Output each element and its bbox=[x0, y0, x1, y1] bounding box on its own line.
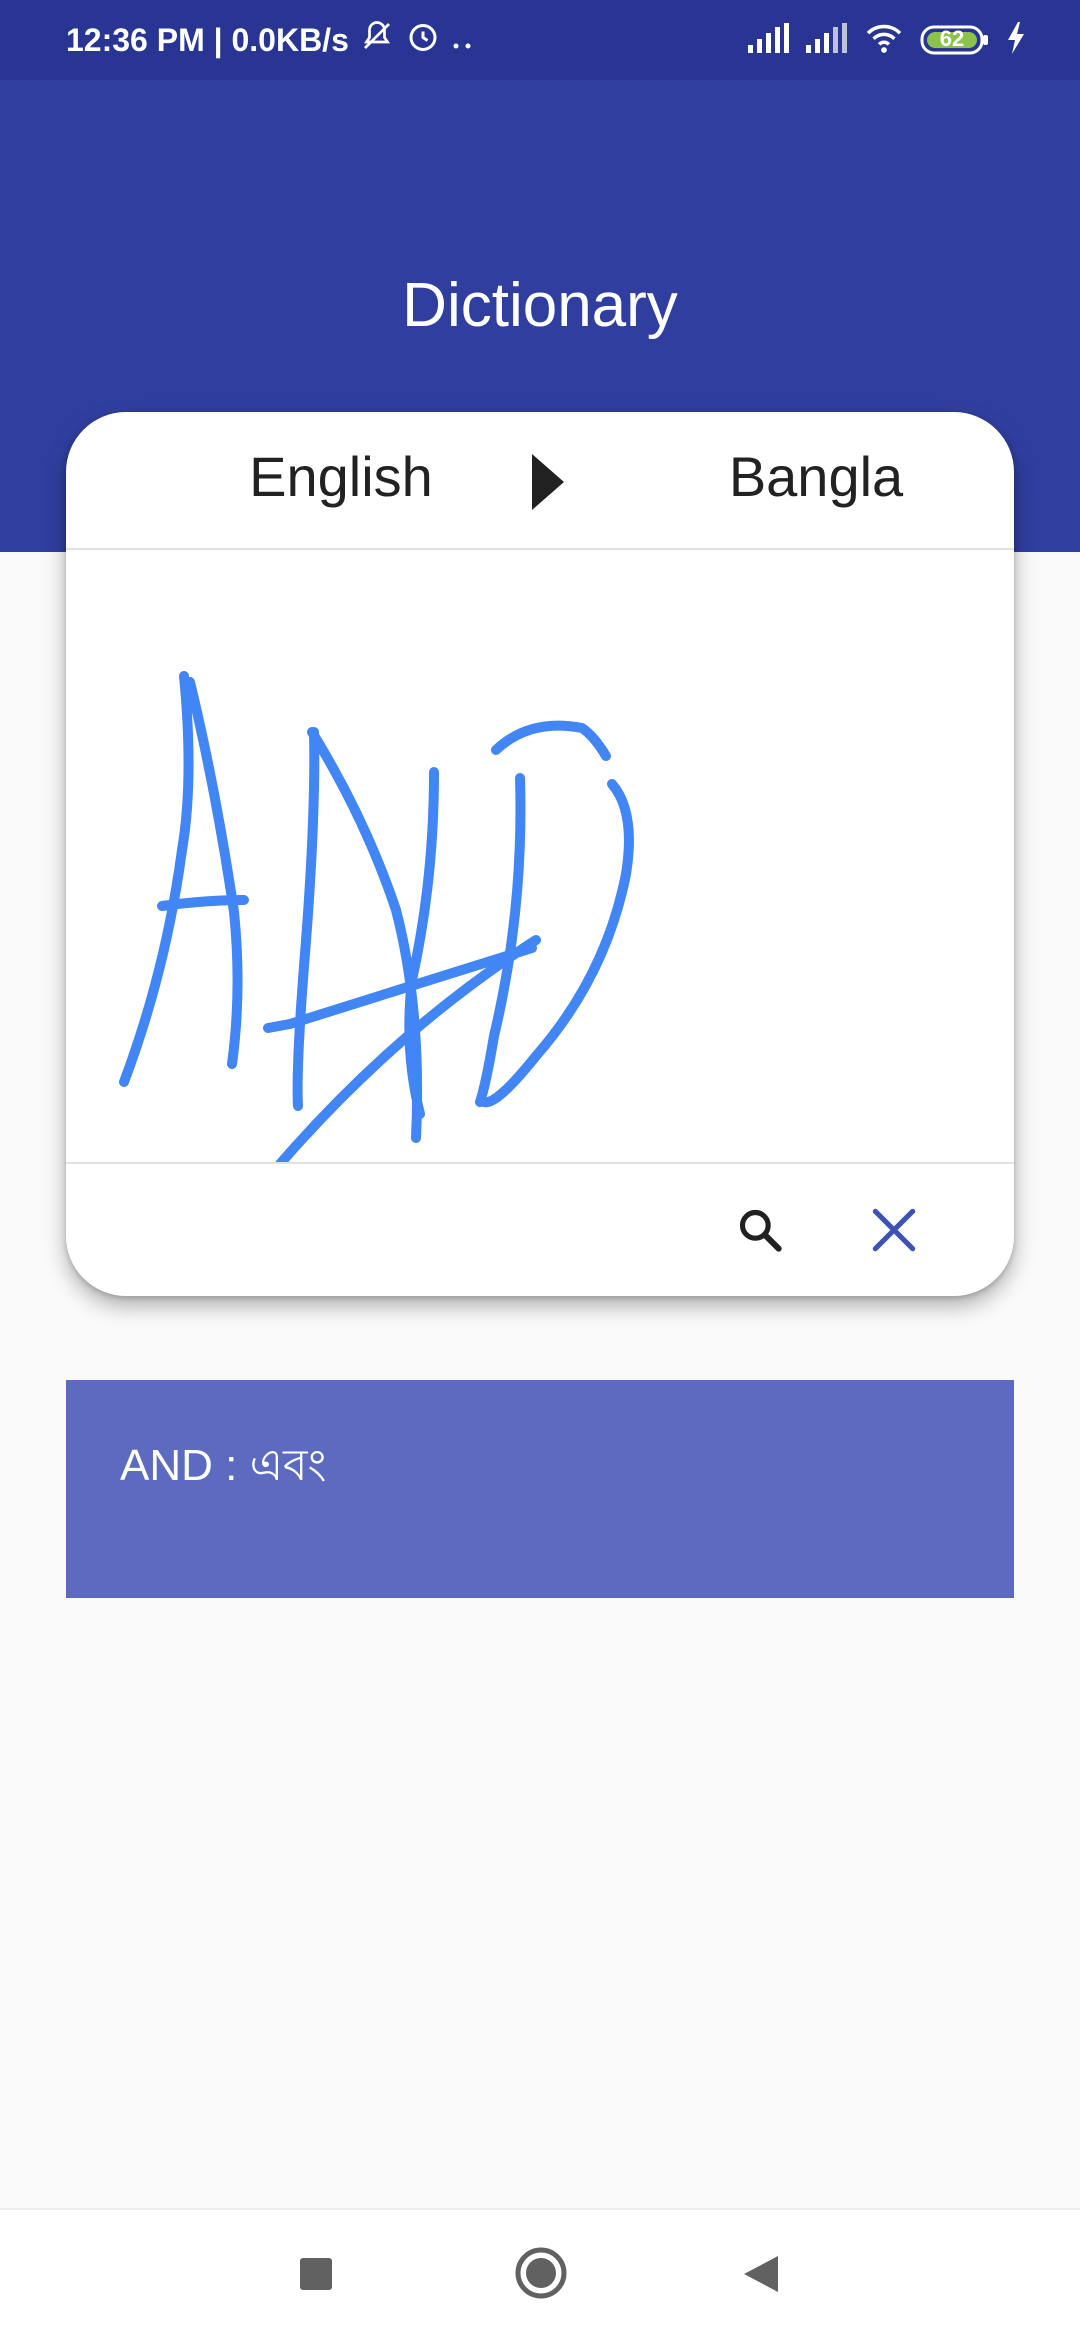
more-dots-icon bbox=[451, 22, 475, 59]
status-right: 62 bbox=[748, 21, 1026, 59]
translator-card: English Bangla bbox=[66, 412, 1014, 1296]
alarm-icon bbox=[405, 18, 441, 62]
play-arrow-icon[interactable] bbox=[532, 454, 564, 515]
stroke-a-right bbox=[185, 677, 243, 1069]
stroke-d-stem bbox=[475, 773, 526, 1107]
handwriting-canvas[interactable] bbox=[66, 550, 1014, 1169]
navigation-bar bbox=[0, 2208, 1080, 2340]
signal-icon bbox=[748, 22, 790, 58]
stroke-n-left bbox=[292, 727, 320, 1111]
status-left: 12:36 PM | 0.0KB/s bbox=[66, 18, 475, 62]
card-actions bbox=[66, 1162, 1014, 1296]
stroke-d-curve bbox=[479, 779, 634, 1108]
mute-icon bbox=[359, 18, 395, 62]
battery-icon: 62 bbox=[920, 24, 990, 56]
time-and-speed: 12:36 PM | 0.0KB/s bbox=[66, 21, 349, 58]
page-title: Dictionary bbox=[402, 271, 678, 340]
wifi-icon bbox=[864, 22, 904, 59]
home-icon[interactable] bbox=[514, 2246, 568, 2305]
stroke-d-top bbox=[491, 720, 611, 761]
back-icon[interactable] bbox=[742, 2254, 780, 2299]
status-bar: 12:36 PM | 0.0KB/s 62 bbox=[0, 0, 1080, 80]
search-icon[interactable] bbox=[732, 1202, 788, 1258]
battery-level: 62 bbox=[939, 26, 965, 51]
close-icon[interactable] bbox=[866, 1202, 922, 1258]
translation-result[interactable]: AND : এবং bbox=[66, 1380, 1014, 1598]
stroke-a-bar bbox=[157, 895, 249, 911]
result-text: AND : এবং bbox=[120, 1441, 327, 1490]
charging-icon bbox=[1006, 21, 1026, 59]
target-language-button[interactable]: Bangla bbox=[656, 444, 976, 509]
recent-apps-icon[interactable] bbox=[298, 2256, 334, 2297]
language-selector: English Bangla bbox=[66, 412, 1014, 550]
source-language-button[interactable]: English bbox=[181, 444, 501, 509]
signal-icon bbox=[806, 22, 848, 58]
stroke-a-left bbox=[119, 671, 194, 1087]
